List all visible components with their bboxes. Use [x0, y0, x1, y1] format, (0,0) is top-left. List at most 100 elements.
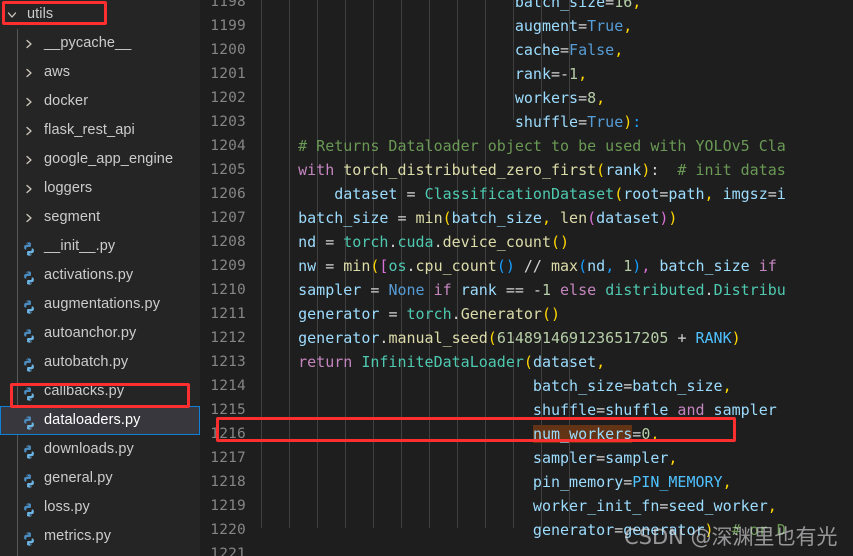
- tree-item-label: loggers: [44, 180, 93, 196]
- code-line[interactable]: 1204 # Returns Dataloader object to be u…: [200, 134, 853, 158]
- code-line[interactable]: 1216 num_workers=0,: [200, 422, 853, 446]
- tree-item-callbacks-py[interactable]: callbacks.py: [0, 377, 200, 406]
- tree-item-__pycache__[interactable]: __pycache__: [0, 29, 200, 58]
- line-number: 1208: [210, 234, 246, 250]
- tree-item-loss-py[interactable]: loss.py: [0, 493, 200, 522]
- line-number: 1210: [210, 282, 246, 298]
- chevron-right-icon[interactable]: [21, 125, 37, 137]
- tree-item-segment[interactable]: segment: [0, 203, 200, 232]
- tree-item-autoanchor-py[interactable]: autoanchor.py: [0, 319, 200, 348]
- code-line[interactable]: 1199 augment=True,: [200, 14, 853, 38]
- tree-item-label: loss.py: [44, 499, 90, 515]
- tree-item-label: callbacks.py: [44, 383, 125, 399]
- chevron-down-icon[interactable]: [4, 9, 20, 21]
- line-number: 1201: [210, 66, 246, 82]
- tree-item-label: autobatch.py: [44, 354, 129, 370]
- line-number: 1203: [210, 114, 246, 130]
- code-line[interactable]: 1218 pin_memory=PIN_MEMORY,: [200, 470, 853, 494]
- chevron-right-icon[interactable]: [21, 212, 37, 224]
- tree-item-activations-py[interactable]: activations.py: [0, 261, 200, 290]
- tree-item-utils[interactable]: utils: [0, 0, 200, 29]
- tree-item-aws[interactable]: aws: [0, 58, 200, 87]
- python-file-icon: [21, 239, 37, 256]
- code-line[interactable]: 1207 batch_size = min(batch_size, len(da…: [200, 206, 853, 230]
- code-line[interactable]: 1208 nd = torch.cuda.device_count(): [200, 230, 853, 254]
- tree-item-downloads-py[interactable]: downloads.py: [0, 435, 200, 464]
- line-number: 1200: [210, 42, 246, 58]
- python-file-icon: [21, 442, 37, 459]
- chevron-right-icon[interactable]: [21, 38, 37, 50]
- python-file-icon: [21, 268, 37, 285]
- chevron-right-icon[interactable]: [21, 96, 37, 108]
- code-line[interactable]: 1209 nw = min([os.cpu_count() // max(nd,…: [200, 254, 853, 278]
- python-file-icon: [21, 529, 37, 546]
- line-number: 1217: [210, 450, 246, 466]
- code-editor[interactable]: 1198 batch_size=16, 1199 augment=True, 1…: [200, 0, 853, 556]
- chevron-right-icon[interactable]: [21, 67, 37, 79]
- line-number: 1204: [210, 138, 246, 154]
- chevron-right-icon[interactable]: [21, 154, 37, 166]
- tree-item-general-py[interactable]: general.py: [0, 464, 200, 493]
- code-line[interactable]: 1198 batch_size=16,: [200, 0, 853, 14]
- line-number: 1199: [210, 18, 246, 34]
- code-line[interactable]: 1210 sampler = None if rank == -1 else d…: [200, 278, 853, 302]
- python-file-icon: [21, 326, 37, 343]
- tree-item-metrics-py[interactable]: metrics.py: [0, 522, 200, 551]
- tree-item-augmentations-py[interactable]: augmentations.py: [0, 290, 200, 319]
- tree-item-label: dataloaders.py: [44, 412, 141, 428]
- python-file-icon: [21, 384, 37, 401]
- tree-item-plots-py[interactable]: plots.py: [0, 551, 200, 556]
- line-number: 1209: [210, 258, 246, 274]
- vscode-window: utils __pycache__ aws docker flask_rest_…: [0, 0, 853, 556]
- line-number: 1218: [210, 474, 246, 490]
- code-line[interactable]: 1221: [200, 542, 853, 556]
- chevron-right-icon[interactable]: [21, 183, 37, 195]
- python-file-icon: [21, 413, 37, 430]
- line-number: 1220: [210, 522, 246, 538]
- tree-item-label: docker: [44, 93, 89, 109]
- code-line[interactable]: 1213 return InfiniteDataLoader(dataset,: [200, 350, 853, 374]
- tree-item-label: plots.py: [37, 551, 95, 556]
- code-line[interactable]: 1205 with torch_distributed_zero_first(r…: [200, 158, 853, 182]
- python-file-icon: [21, 297, 37, 314]
- code-line[interactable]: 1206 dataset = ClassificationDataset(roo…: [200, 182, 853, 206]
- file-explorer-sidebar[interactable]: utils __pycache__ aws docker flask_rest_…: [0, 0, 200, 556]
- tree-item-loggers[interactable]: loggers: [0, 174, 200, 203]
- line-number: 1205: [210, 162, 246, 178]
- code-line[interactable]: 1215 shuffle=shuffle and sampler: [200, 398, 853, 422]
- tree-item-__init__-py[interactable]: __init__.py: [0, 232, 200, 261]
- line-number: 1213: [210, 354, 246, 370]
- tree-item-label: __init__.py: [44, 238, 116, 254]
- code-line[interactable]: 1200 cache=False,: [200, 38, 853, 62]
- tree-item-label: autoanchor.py: [44, 325, 137, 341]
- code-line[interactable]: 1217 sampler=sampler,: [200, 446, 853, 470]
- tree-item-label: flask_rest_api: [44, 122, 135, 138]
- tree-item-label: __pycache__: [44, 35, 132, 51]
- line-number: 1212: [210, 330, 246, 346]
- line-number: 1214: [210, 378, 246, 394]
- tree-item-autobatch-py[interactable]: autobatch.py: [0, 348, 200, 377]
- code-line[interactable]: 1202 workers=8,: [200, 86, 853, 110]
- code-line[interactable]: 1214 batch_size=batch_size,: [200, 374, 853, 398]
- tree-item-label: activations.py: [44, 267, 134, 283]
- code-line[interactable]: 1219 worker_init_fn=seed_worker,: [200, 494, 853, 518]
- tree-item-google_app_engine[interactable]: google_app_engine: [0, 145, 200, 174]
- code-line[interactable]: 1220 generator=generator) # or D: [200, 518, 853, 542]
- tree-item-label: aws: [44, 64, 71, 80]
- tree-item-label: google_app_engine: [44, 151, 174, 167]
- tree-item-docker[interactable]: docker: [0, 87, 200, 116]
- code-line[interactable]: 1201 rank=-1,: [200, 62, 853, 86]
- line-number: 1219: [210, 498, 246, 514]
- line-number: 1207: [210, 210, 246, 226]
- line-number: 1216: [210, 426, 246, 442]
- tree-item-flask_rest_api[interactable]: flask_rest_api: [0, 116, 200, 145]
- line-number: 1211: [210, 306, 246, 322]
- tree-item-label: metrics.py: [44, 528, 112, 544]
- code-line[interactable]: 1211 generator = torch.Generator(): [200, 302, 853, 326]
- line-number: 1202: [210, 90, 246, 106]
- tree-item-dataloaders-py[interactable]: dataloaders.py: [0, 406, 200, 435]
- line-number: 1215: [210, 402, 246, 418]
- python-file-icon: [21, 471, 37, 488]
- code-line[interactable]: 1203 shuffle=True):: [200, 110, 853, 134]
- code-line[interactable]: 1212 generator.manual_seed(6148914691236…: [200, 326, 853, 350]
